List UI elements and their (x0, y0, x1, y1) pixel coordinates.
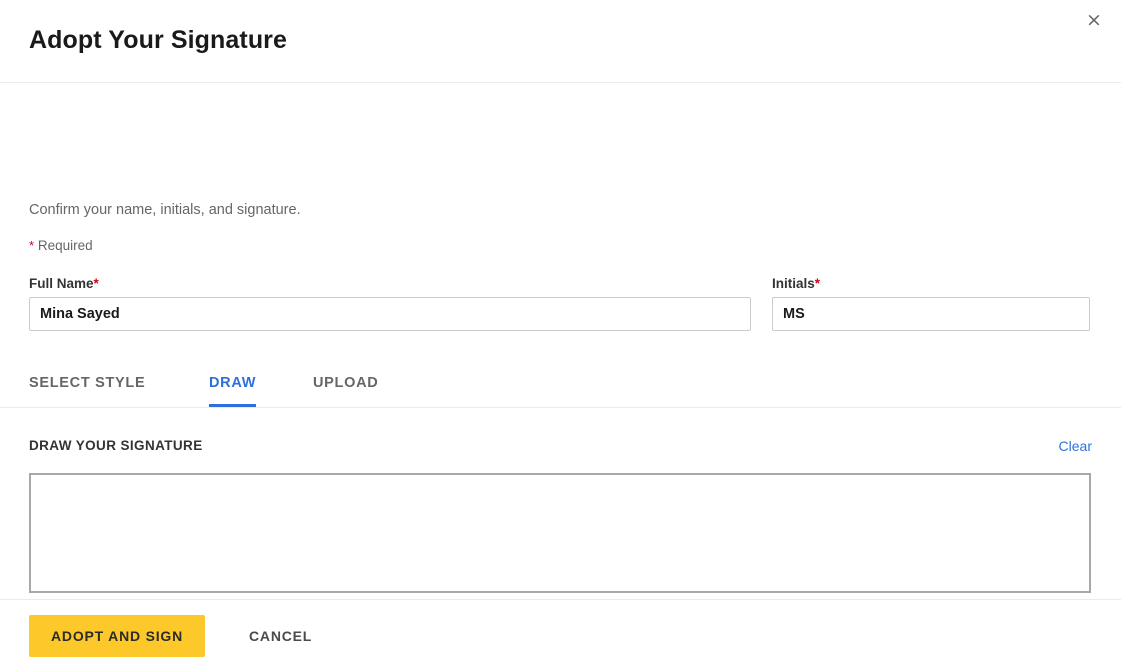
intro-text: Confirm your name, initials, and signatu… (29, 202, 301, 218)
cancel-button[interactable]: CANCEL (235, 615, 326, 657)
initials-label: Initials* (772, 276, 1090, 291)
close-icon[interactable]: × (1080, 6, 1108, 34)
required-label: Required (37, 238, 93, 253)
dialog-body: Confirm your name, initials, and signatu… (0, 83, 1121, 672)
full-name-field-group: Full Name* (29, 276, 751, 331)
signature-method-tabs: SELECT STYLE DRAW UPLOAD (0, 359, 1121, 408)
full-name-label: Full Name* (29, 276, 751, 291)
draw-section-title: DRAW YOUR SIGNATURE (29, 438, 203, 453)
initials-label-text: Initials (772, 276, 815, 291)
full-name-label-text: Full Name (29, 276, 94, 291)
required-note: * Required (29, 238, 93, 253)
signature-draw-canvas[interactable] (29, 473, 1091, 593)
adopt-signature-dialog: Adopt Your Signature × Confirm your name… (0, 0, 1121, 672)
clear-signature-link[interactable]: Clear (1059, 438, 1092, 454)
tab-draw[interactable]: DRAW (209, 359, 257, 407)
dialog-footer: ADOPT AND SIGN CANCEL (0, 599, 1121, 672)
initials-input[interactable] (772, 297, 1090, 331)
tab-select-style[interactable]: SELECT STYLE (29, 359, 145, 407)
adopt-and-sign-button[interactable]: ADOPT AND SIGN (29, 615, 206, 657)
initials-required-asterisk: * (814, 276, 821, 291)
dialog-header: Adopt Your Signature × (0, 0, 1121, 83)
initials-field-group: Initials* (772, 276, 1090, 331)
full-name-input[interactable] (29, 297, 751, 331)
form-fields-row: Full Name* Initials* (0, 276, 1121, 336)
draw-section-header: DRAW YOUR SIGNATURE Clear (29, 438, 1092, 458)
page-title: Adopt Your Signature (29, 26, 288, 54)
tab-upload[interactable]: UPLOAD (313, 359, 378, 407)
full-name-required-asterisk: * (93, 276, 99, 291)
required-asterisk: * (29, 238, 35, 253)
